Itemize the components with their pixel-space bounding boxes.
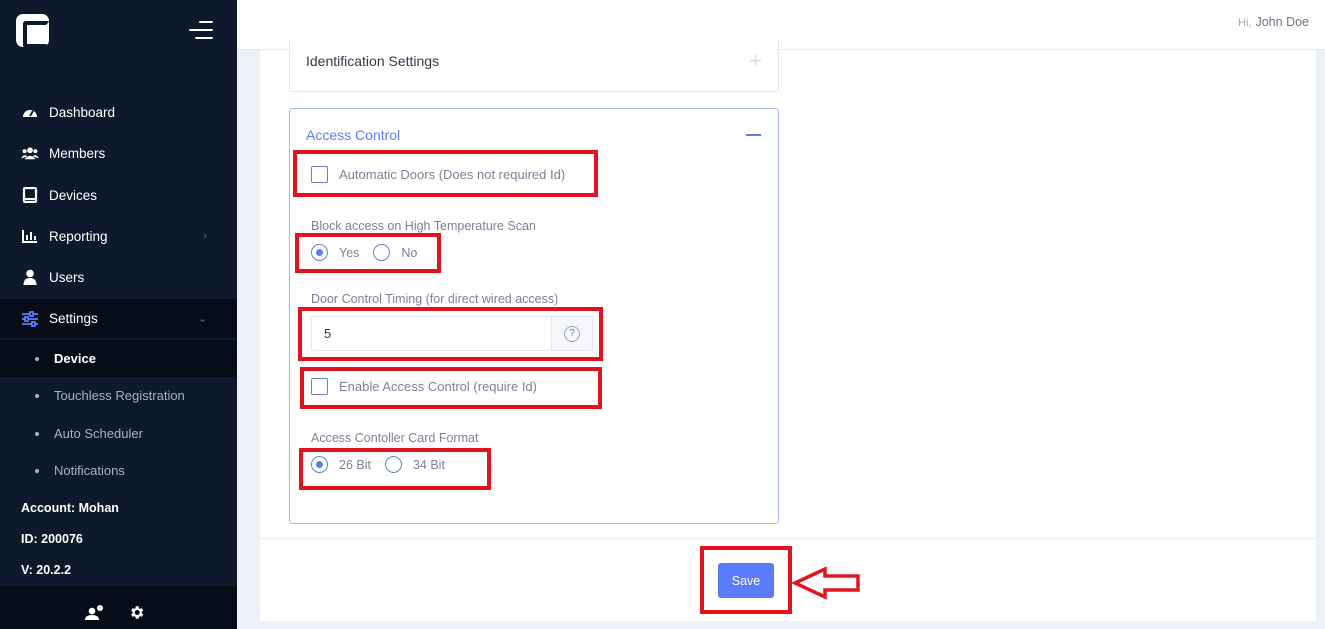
block-yes-radio[interactable] (311, 244, 328, 261)
sidebar-subitem-label: Auto Scheduler (54, 426, 143, 441)
sidebar-item-reporting[interactable]: Reporting › (0, 216, 237, 256)
sidebar-subitem-auto-scheduler[interactable]: Auto Scheduler (0, 415, 237, 452)
sidebar-subitem-label: Device (54, 351, 96, 366)
sidebar-subitem-label: Touchless Registration (54, 388, 185, 403)
bullet-icon (35, 356, 39, 361)
sidebar-subitem-touchless-registration[interactable]: Touchless Registration (0, 377, 237, 414)
settings-sliders-icon (21, 310, 39, 327)
checkbox-label: Automatic Doors (Does not required Id) (339, 167, 566, 182)
radio-label: Yes (339, 245, 360, 260)
account-name: Account: Mohan (21, 501, 119, 515)
sidebar-item-label: Devices (49, 187, 98, 203)
automatic-doors-checkbox-row[interactable]: Automatic Doors (Does not required Id) (311, 166, 565, 183)
chevron-right-icon: › (203, 230, 207, 242)
app-logo[interactable] (16, 14, 50, 48)
sidebar-item-devices[interactable]: Devices (0, 175, 237, 215)
help-addon[interactable]: ? (551, 317, 592, 350)
block-access-radio-group: Yes No (311, 244, 417, 261)
sidebar-item-label: Settings (49, 311, 98, 326)
greeting-prefix: Hi, (1238, 17, 1252, 29)
user-name: John Doe (1255, 15, 1309, 29)
save-button[interactable]: Save (718, 563, 774, 598)
annotation-arrow-icon (792, 566, 860, 600)
dashboard-icon (21, 104, 39, 120)
enable-access-checkbox-row[interactable]: Enable Access Control (require Id) (311, 378, 537, 395)
help-icon[interactable]: ? (564, 325, 580, 342)
bullet-icon (35, 431, 39, 436)
enable-access-checkbox[interactable] (311, 378, 328, 395)
sidebar-item-dashboard[interactable]: Dashboard (0, 92, 237, 132)
sidebar-item-members[interactable]: Members (0, 133, 237, 173)
block-no-radio[interactable] (373, 244, 391, 261)
reporting-icon (21, 228, 39, 244)
sidebar-subitem-label: Notifications (54, 463, 125, 478)
collapse-minus-icon[interactable] (746, 134, 761, 136)
expand-plus-icon[interactable]: + (749, 48, 762, 74)
gear-icon[interactable] (128, 604, 145, 626)
card-format-label: Access Contoller Card Format (311, 431, 479, 445)
sidebar-item-label: Members (49, 145, 106, 161)
app-version: V: 20.2.2 (21, 563, 72, 577)
sidebar-footer (0, 586, 237, 629)
members-icon (21, 145, 39, 161)
checkbox-label: Enable Access Control (require Id) (339, 379, 537, 394)
block-access-label: Block access on High Temperature Scan (311, 219, 536, 233)
card-footer (260, 538, 1316, 621)
sidebar-item-users[interactable]: Users (0, 257, 237, 297)
radio-label: No (401, 245, 418, 260)
chevron-down-icon: ⌄ (197, 313, 207, 325)
sidebar-item-settings[interactable]: Settings ⌄ (0, 299, 237, 338)
panel-title: Identification Settings (306, 53, 440, 69)
card-format-radio-group: 26 Bit 34 Bit (311, 456, 445, 473)
devices-icon (21, 187, 39, 203)
sidebar: Dashboard Members Devices Reporting › Us… (0, 0, 237, 629)
card-34bit-radio[interactable] (384, 456, 402, 473)
door-timing-label: Door Control Timing (for direct wired ac… (311, 292, 559, 306)
bullet-icon (35, 393, 39, 398)
menu-toggle-icon[interactable] (189, 20, 213, 40)
sidebar-item-label: Dashboard (49, 104, 116, 120)
account-id: ID: 200076 (21, 532, 83, 546)
card-26bit-radio[interactable] (311, 456, 328, 473)
identification-settings-panel[interactable]: Identification Settings + (289, 40, 779, 92)
sidebar-subitem-notifications[interactable]: Notifications (0, 452, 237, 489)
door-timing-input-group: ? (311, 316, 593, 351)
door-timing-input[interactable] (312, 317, 551, 350)
panel-title[interactable]: Access Control (306, 127, 400, 143)
sidebar-subitem-device[interactable]: Device (0, 340, 237, 377)
radio-label: 26 Bit (339, 457, 371, 472)
radio-label: 34 Bit (412, 457, 445, 472)
user-icon (21, 269, 39, 285)
user-greeting[interactable]: Hi, John Doe (1238, 15, 1309, 29)
sidebar-item-label: Users (49, 269, 85, 285)
bullet-icon (35, 468, 39, 473)
user-switch-icon[interactable] (85, 604, 105, 625)
sidebar-item-label: Reporting (49, 228, 108, 244)
automatic-doors-checkbox[interactable] (311, 166, 328, 183)
